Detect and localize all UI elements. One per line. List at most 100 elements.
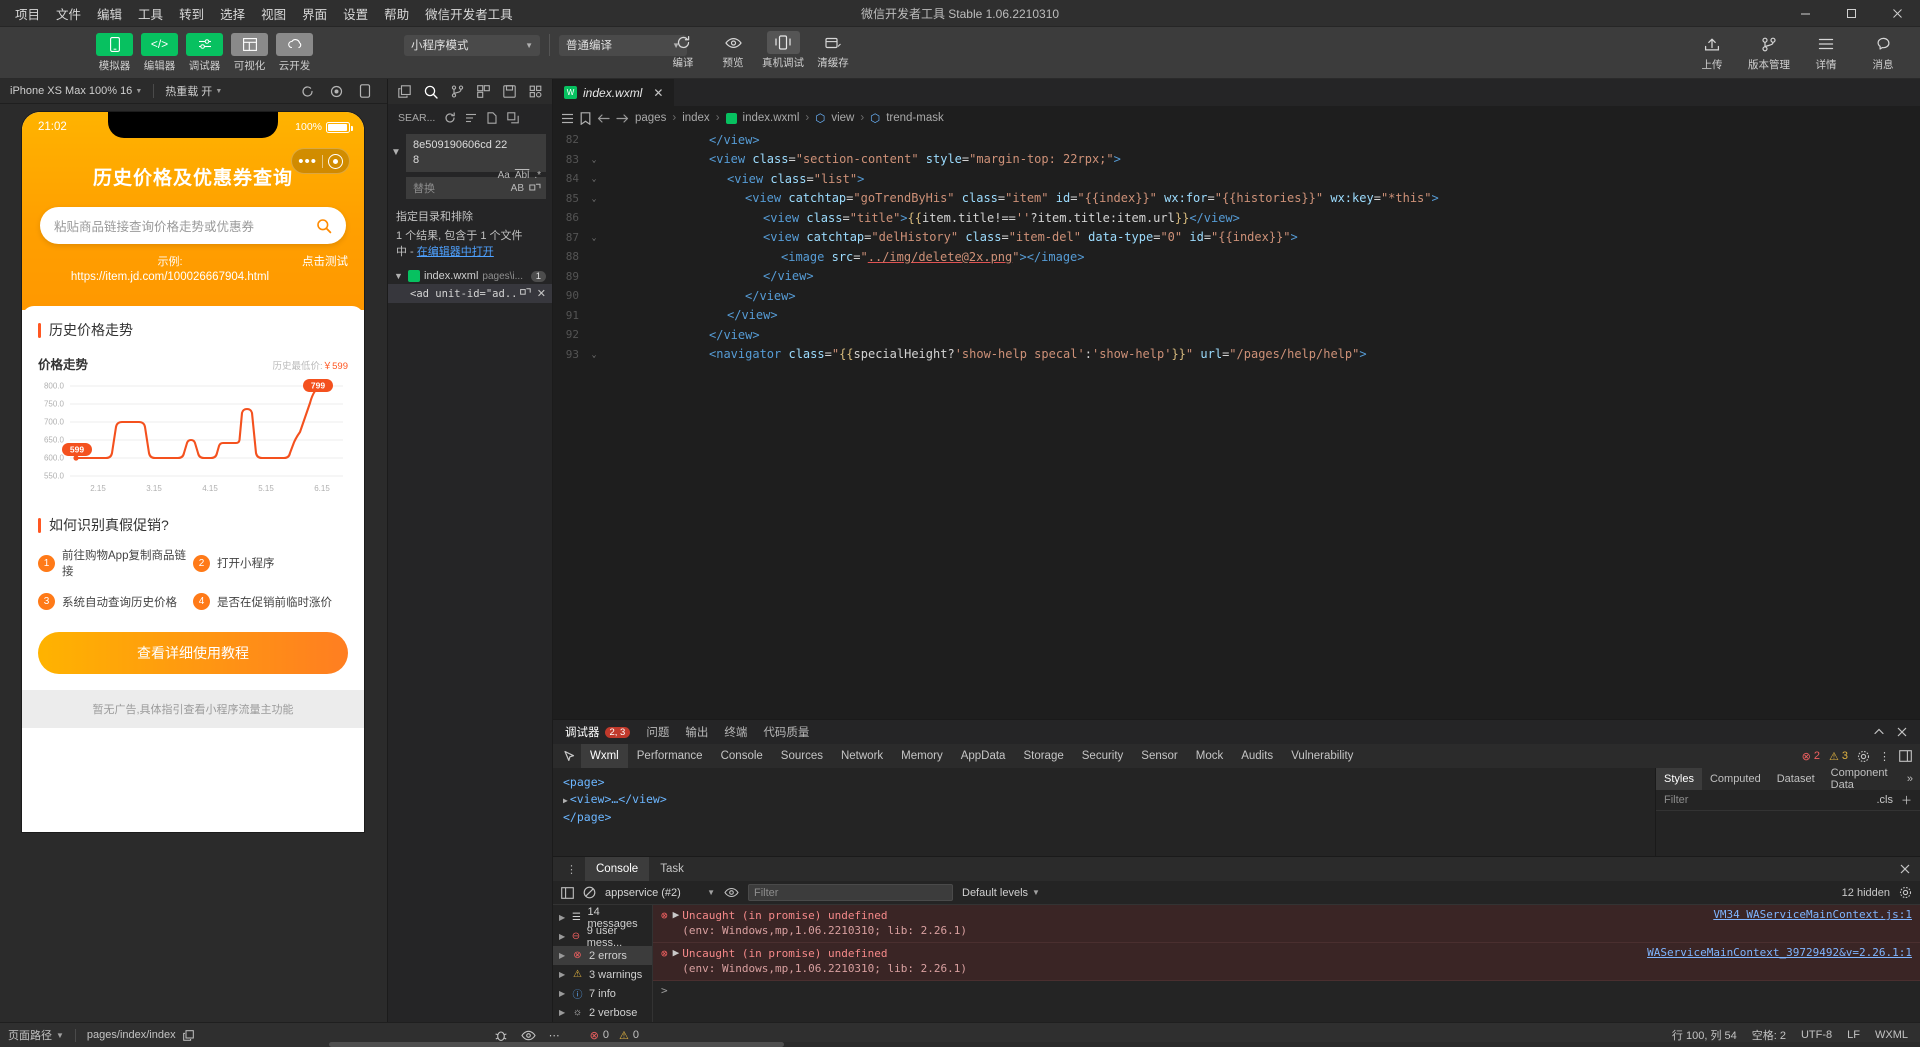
menu-item-settings[interactable]: 设置 xyxy=(335,1,376,26)
encoding-setting[interactable]: UTF-8 xyxy=(1801,1029,1832,1041)
menu-item-edit[interactable]: 编辑 xyxy=(89,1,130,26)
console-levels-select[interactable]: Default levels ▼ xyxy=(962,887,1040,899)
devtools-tab-performance[interactable]: Performance xyxy=(628,744,712,768)
console-settings-icon[interactable] xyxy=(1899,886,1912,899)
code-line[interactable]: 88 <image src="../img/delete@2x.png"></im… xyxy=(553,247,1920,267)
fold-arrow-icon[interactable]: ⌄ xyxy=(587,155,601,164)
record-icon[interactable] xyxy=(328,83,344,99)
devtools-tab-network[interactable]: Network xyxy=(832,744,892,768)
code-line[interactable]: 84 ⌄ <view class="list"> xyxy=(553,169,1920,189)
collapse-icon[interactable] xyxy=(507,111,520,124)
styles-tab-computed[interactable]: Computed xyxy=(1702,768,1769,790)
log-source-link[interactable]: VM34 WAServiceMainContext.js:1 xyxy=(1699,908,1912,921)
expand-arrow-icon[interactable]: ▶ xyxy=(559,932,565,941)
menu-item-project[interactable]: 项目 xyxy=(7,1,48,26)
grid-icon[interactable] xyxy=(477,85,490,98)
debugger-tab-debugger[interactable]: 调试器 xyxy=(565,724,600,740)
toolbar-cloud-button[interactable]: 云开发 xyxy=(276,32,313,73)
try-test-button[interactable]: 点击测试 xyxy=(302,253,348,269)
code-line[interactable]: 89 </view> xyxy=(553,267,1920,287)
live-expression-icon[interactable] xyxy=(724,887,739,898)
class-toggle-button[interactable]: .cls xyxy=(1877,794,1894,806)
refresh-simulator-icon[interactable] xyxy=(299,83,315,99)
console-filter-user-messages[interactable]: ▶ ⊖ 9 user mess... xyxy=(553,925,652,949)
console-filter-errors[interactable]: ▶ ⊗ 2 errors xyxy=(553,946,652,965)
search-icon[interactable] xyxy=(424,85,438,99)
devtools-tab-sources[interactable]: Sources xyxy=(772,744,832,768)
upload-button[interactable]: 上传 xyxy=(1689,33,1735,72)
console-context-select[interactable]: appservice (#2) ▼ xyxy=(605,887,715,899)
dock-icon[interactable] xyxy=(1899,750,1912,762)
menu-item-select[interactable]: 选择 xyxy=(212,1,253,26)
include-exclude-toggle[interactable]: 指定目录和排除 xyxy=(388,204,552,224)
add-rule-icon[interactable]: ＋ xyxy=(1901,792,1912,808)
branch-icon[interactable] xyxy=(451,85,464,98)
regex-icon[interactable]: .* xyxy=(534,168,541,183)
fold-arrow-icon[interactable]: ⌄ xyxy=(587,174,601,183)
debugger-tab-codequality[interactable]: 代码质量 xyxy=(763,724,809,740)
breadcrumb-view[interactable]: view xyxy=(831,112,854,124)
devtools-tab-mock[interactable]: Mock xyxy=(1187,744,1232,768)
console-filter-info[interactable]: ▶ ⓘ 7 info xyxy=(553,984,652,1003)
code-line[interactable]: 92 </view> xyxy=(553,325,1920,345)
console-prompt[interactable]: > xyxy=(653,981,1920,1000)
status-problems[interactable]: ⊗ 0 ⚠ 0 xyxy=(590,1029,639,1042)
chevron-up-icon[interactable] xyxy=(1873,726,1885,738)
code-line[interactable]: 91 </view> xyxy=(553,306,1920,326)
code-line[interactable]: 93 ⌄ <navigator class="{{specialHeight?'sh… xyxy=(553,345,1920,365)
minimize-icon[interactable] xyxy=(1782,0,1828,27)
open-in-editor-link[interactable]: 在编辑器中打开 xyxy=(417,246,494,258)
styles-filter[interactable]: Filter .cls ＋ xyxy=(1656,790,1920,811)
fold-arrow-icon[interactable]: ⌄ xyxy=(587,350,601,359)
devtools-tab-appdata[interactable]: AppData xyxy=(952,744,1015,768)
devtools-tab-console[interactable]: Console xyxy=(712,744,772,768)
outline-icon[interactable] xyxy=(561,112,574,125)
devtools-tab-sensor[interactable]: Sensor xyxy=(1132,744,1186,768)
wechat-capsule[interactable]: ••• xyxy=(291,148,350,174)
hot-reload-select[interactable]: 热重载 开 ▼ xyxy=(161,83,226,99)
tab-index-wxml[interactable]: W index.wxml ✕ xyxy=(553,79,676,106)
indent-setting[interactable]: 空格: 2 xyxy=(1752,1027,1786,1043)
warning-count[interactable]: ⚠ 3 xyxy=(1829,750,1848,763)
debugger-tab-problems[interactable]: 问题 xyxy=(646,724,669,740)
chevron-down-icon[interactable]: ▼ xyxy=(391,147,401,158)
back-arrow-icon[interactable] xyxy=(597,113,610,124)
toolbar-simulator-button[interactable]: 模拟器 xyxy=(96,32,133,73)
new-file-icon[interactable] xyxy=(486,111,498,124)
console-tab-console[interactable]: Console xyxy=(585,857,650,881)
styles-tab-dataset[interactable]: Dataset xyxy=(1769,768,1823,790)
drawer-menu-icon[interactable]: ⋮ xyxy=(559,863,585,876)
copy-icon[interactable] xyxy=(182,1029,194,1041)
device-select[interactable]: iPhone XS Max 100% 16 ▼ xyxy=(6,85,146,97)
menu-item-help[interactable]: 帮助 xyxy=(376,1,417,26)
preview-button[interactable]: 预览 xyxy=(712,31,754,70)
close-drawer-icon[interactable] xyxy=(1899,863,1920,875)
extension-icon[interactable] xyxy=(529,85,542,98)
mode-select[interactable]: 小程序模式 ▼ xyxy=(404,34,540,56)
inspect-element-icon[interactable] xyxy=(557,750,581,763)
devtools-tab-security[interactable]: Security xyxy=(1073,744,1133,768)
version-button[interactable]: 版本管理 xyxy=(1746,33,1792,72)
chevron-down-icon[interactable]: ▼ xyxy=(394,271,404,281)
details-button[interactable]: 详情 xyxy=(1803,33,1849,72)
code-line[interactable]: 83 ⌄ <view class="section-content" style="… xyxy=(553,150,1920,170)
toolbar-editor-button[interactable]: </> 编辑器 xyxy=(141,32,178,73)
breadcrumb-index[interactable]: index xyxy=(682,112,710,124)
devtools-tab-vulnerability[interactable]: Vulnerability xyxy=(1282,744,1362,768)
log-source-link[interactable]: WAServiceMainContext_39729492&v=2.26.1:1 xyxy=(1633,946,1912,959)
list-item[interactable]: ⊗ ▶ Uncaught (in promise) undefined (env… xyxy=(653,943,1920,981)
expand-arrow-icon[interactable]: ▶ xyxy=(559,989,566,998)
compile-button[interactable]: 编译 xyxy=(662,31,704,70)
breadcrumb-file[interactable]: index.wxml xyxy=(743,112,800,124)
menu-item-devtools[interactable]: 微信开发者工具 xyxy=(417,1,521,26)
expand-arrow-icon[interactable]: ▶ xyxy=(673,946,680,959)
menu-item-interface[interactable]: 界面 xyxy=(294,1,335,26)
breadcrumb-trend-mask[interactable]: trend-mask xyxy=(886,112,944,124)
close-icon[interactable] xyxy=(1874,0,1920,27)
console-sidebar-toggle-icon[interactable] xyxy=(561,886,574,899)
toolbar-visual-button[interactable]: 可视化 xyxy=(231,32,268,73)
cursor-position[interactable]: 行 100, 列 54 xyxy=(1672,1027,1737,1043)
horizontal-scrollbar[interactable] xyxy=(329,1042,1920,1047)
refresh-icon[interactable] xyxy=(444,111,456,124)
styles-overflow-icon[interactable]: » xyxy=(1907,773,1920,785)
